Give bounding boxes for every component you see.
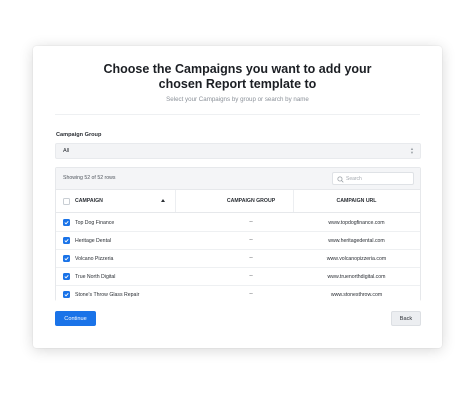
checkmark-icon <box>64 238 69 243</box>
campaign-group: -- <box>249 219 253 225</box>
modal-title: Choose the Campaigns you want to add you… <box>103 62 372 91</box>
campaign-url: www.topdogfinance.com <box>328 220 385 226</box>
column-header-campaign[interactable]: CAMPAIGN <box>75 198 103 204</box>
campaign-group-select[interactable]: All ▲ ▼ <box>55 143 421 159</box>
checkmark-icon <box>64 292 69 297</box>
rows-count-text: Showing 52 of 52 rows <box>63 175 116 181</box>
campaign-group: -- <box>249 255 253 261</box>
campaign-name: True North Digital <box>75 274 116 280</box>
checkmark-icon <box>64 274 69 279</box>
table-row[interactable]: True North Digital -- www.truenorthdigit… <box>56 268 420 286</box>
row-checkbox[interactable] <box>63 219 70 226</box>
continue-button[interactable]: Continue <box>55 311 96 326</box>
table-row[interactable]: Heritage Dental -- www.heritagedental.co… <box>56 232 420 250</box>
row-checkbox[interactable] <box>63 291 70 298</box>
campaign-url: www.volcanopizzeria.com <box>326 256 387 262</box>
row-checkbox[interactable] <box>63 273 70 280</box>
search-box[interactable] <box>332 172 414 185</box>
back-button[interactable]: Back <box>391 311 421 326</box>
checkmark-icon <box>64 256 69 261</box>
table-toolbar: Showing 52 of 52 rows <box>56 168 420 190</box>
sort-ascending-icon[interactable] <box>161 199 165 202</box>
checkmark-icon <box>64 220 69 225</box>
campaign-url: www.truenorthdigital.com <box>327 274 386 280</box>
campaigns-table: Showing 52 of 52 rows CAMPAIGN CAMPAIGN … <box>55 167 421 304</box>
search-input[interactable] <box>346 174 410 184</box>
select-arrows-icon: ▲ ▼ <box>410 146 414 155</box>
choose-campaigns-modal: Choose the Campaigns you want to add you… <box>33 46 442 348</box>
campaign-group-value: All <box>63 148 70 154</box>
row-checkbox[interactable] <box>63 255 70 262</box>
campaign-group-label: Campaign Group <box>56 132 102 138</box>
table-header: CAMPAIGN CAMPAIGN GROUP CAMPAIGN URL <box>56 190 420 213</box>
column-header-campaign-group[interactable]: CAMPAIGN GROUP <box>209 198 293 204</box>
campaign-url: www.stonesthrow.com <box>330 292 383 298</box>
column-header-campaign-url[interactable]: CAMPAIGN URL <box>293 198 420 204</box>
search-icon <box>337 176 344 183</box>
modal-subtitle: Select your Campaigns by group or search… <box>166 96 309 103</box>
campaign-name: Heritage Dental <box>75 238 112 244</box>
campaign-url: www.heritagedental.com <box>328 238 385 244</box>
column-divider <box>175 190 176 212</box>
campaign-group: -- <box>249 273 253 279</box>
divider <box>55 114 420 115</box>
table-row[interactable]: Volcano Pizzeria -- www.volcanopizzeria.… <box>56 250 420 268</box>
row-checkbox[interactable] <box>63 237 70 244</box>
select-all-checkbox[interactable] <box>63 198 70 205</box>
campaign-name: Volcano Pizzeria <box>75 256 114 262</box>
campaign-group: -- <box>249 291 253 297</box>
table-row[interactable]: Stone's Throw Glass Repair -- www.stones… <box>56 286 420 304</box>
campaign-name: Top Dog Finance <box>75 220 115 226</box>
table-row[interactable]: Top Dog Finance -- www.topdogfinance.com <box>56 214 420 232</box>
campaign-name: Stone's Throw Glass Repair <box>75 292 140 298</box>
campaign-group: -- <box>249 237 253 243</box>
